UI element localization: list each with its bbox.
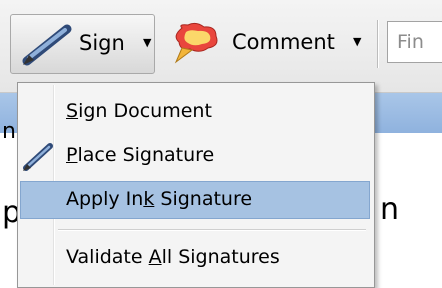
toolbar: Sign ▼ Comment ▼ Fin (0, 0, 442, 93)
comment-button[interactable]: Comment ▼ (170, 14, 370, 74)
menu-item-label: Place Signature (66, 144, 215, 166)
chevron-down-icon: ▼ (143, 36, 152, 49)
sign-label: Sign (79, 31, 125, 55)
menu-item-apply-ink-signature[interactable]: Apply Ink Signature (20, 181, 370, 219)
pen-icon (20, 141, 54, 177)
background-text-fragment: n (380, 192, 400, 227)
toolbar-separator (377, 20, 378, 68)
menu-separator (58, 229, 366, 230)
menu-item-label: Apply Ink Signature (66, 188, 253, 210)
find-placeholder: Fin (397, 31, 424, 53)
menu-item-validate-all-signatures[interactable]: Validate All Signatures (20, 239, 370, 277)
menu-item-sign-document[interactable]: Sign Document (20, 93, 370, 131)
sign-dropdown-menu: Sign Document Place Signature Apply Ink … (17, 82, 375, 288)
pen-icon (19, 23, 73, 71)
menu-item-place-signature[interactable]: Place Signature (20, 137, 370, 175)
menu-item-label: Sign Document (66, 100, 212, 122)
background-text-fragment: n (2, 119, 16, 144)
sign-button[interactable]: Sign ▼ (10, 14, 155, 74)
comment-label: Comment (232, 30, 335, 54)
chevron-down-icon: ▼ (353, 35, 362, 48)
menu-item-label: Validate All Signatures (66, 246, 280, 268)
comment-bubble-icon (170, 22, 222, 70)
find-input[interactable]: Fin (387, 21, 442, 63)
